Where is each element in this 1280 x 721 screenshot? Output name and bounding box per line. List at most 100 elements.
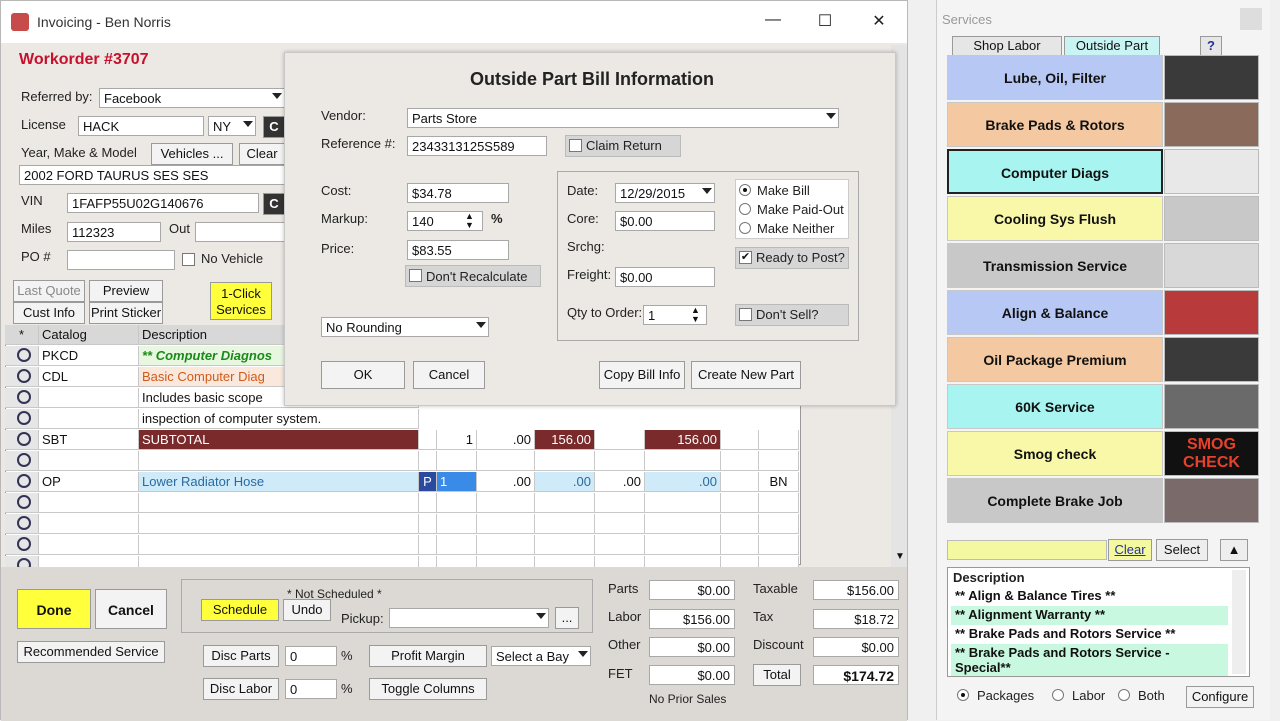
grid-cell-c3[interactable] <box>595 493 645 513</box>
dialog-cancel-button[interactable]: Cancel <box>413 361 485 389</box>
ready-to-post-checkbox[interactable]: ✔ <box>739 251 752 264</box>
grid-cell-desc[interactable]: inspection of computer system. <box>139 409 419 429</box>
last-quote-button[interactable]: Last Quote <box>13 280 85 302</box>
grid-cell-qty[interactable] <box>437 535 477 555</box>
collapse-up-icon[interactable]: ▲ <box>1220 539 1248 561</box>
service-button-2[interactable]: Computer Diags <box>947 149 1163 194</box>
grid-cell-c2[interactable]: 156.00 <box>535 430 595 450</box>
configure-button[interactable]: Configure <box>1186 686 1254 708</box>
grid-cell-flag[interactable]: P <box>419 472 437 492</box>
service-button-4[interactable]: Transmission Service <box>947 243 1163 288</box>
row-lookup-button[interactable] <box>5 451 39 471</box>
services-close-button[interactable] <box>1240 8 1262 30</box>
service-button-6[interactable]: Oil Package Premium <box>947 337 1163 382</box>
select-bay-dropdown[interactable]: Select a Bay <box>491 646 591 666</box>
vendor-select[interactable]: Parts Store <box>407 108 839 128</box>
grid-cell-c1[interactable]: .00 <box>477 472 535 492</box>
grid-cell-desc[interactable]: SUBTOTAL <box>139 430 419 450</box>
disc-labor-button[interactable]: Disc Labor <box>203 678 279 700</box>
cancel-button[interactable]: Cancel <box>95 589 167 629</box>
service-button-8[interactable]: Smog check <box>947 431 1163 476</box>
miles-out-field[interactable] <box>195 222 285 242</box>
grid-cell-catalog[interactable] <box>39 514 139 534</box>
grid-cell-c2[interactable] <box>535 493 595 513</box>
grid-cell-qty[interactable] <box>437 451 477 471</box>
copy-bill-info-button[interactable]: Copy Bill Info <box>599 361 685 389</box>
service-button-9[interactable]: Complete Brake Job <box>947 478 1163 523</box>
disc-parts-field[interactable]: 0 <box>285 646 337 666</box>
row-lookup-button[interactable] <box>5 430 39 450</box>
cust-info-button[interactable]: Cust Info <box>13 302 85 324</box>
miles-field[interactable]: 112323 <box>67 222 161 242</box>
tab-shop-labor[interactable]: Shop Labor <box>952 36 1062 56</box>
freight-field[interactable]: $0.00 <box>615 267 715 287</box>
vehicle-field[interactable]: 2002 FORD TAURUS SES SES <box>19 165 285 185</box>
grid-cell-c4[interactable] <box>645 514 721 534</box>
list-item[interactable]: ** Brake Pads and Rotors Service - Speci… <box>951 644 1228 676</box>
row-lookup-button[interactable] <box>5 514 39 534</box>
grid-cell-c2[interactable]: .00 <box>535 472 595 492</box>
close-button[interactable]: ✕ <box>867 11 891 31</box>
grid-cell-c1[interactable] <box>477 535 535 555</box>
grid-cell-c5[interactable] <box>721 535 759 555</box>
price-field[interactable]: $83.55 <box>407 240 509 260</box>
grid-cell-c5[interactable] <box>721 514 759 534</box>
grid-cell-c5[interactable] <box>721 493 759 513</box>
print-sticker-button[interactable]: Print Sticker <box>89 302 163 324</box>
row-lookup-button[interactable] <box>5 535 39 555</box>
scroll-down-icon[interactable]: ▼ <box>895 551 905 562</box>
make-bill-radio[interactable] <box>739 184 751 196</box>
service-button-7[interactable]: 60K Service <box>947 384 1163 429</box>
packages-radio[interactable] <box>957 689 969 701</box>
markup-spinner-icon[interactable]: ▲ ▼ <box>465 212 474 230</box>
grid-cell-qty[interactable]: 1 <box>437 430 477 450</box>
vin-field[interactable]: 1FAFP55U02G140676 <box>67 193 259 213</box>
services-select-button[interactable]: Select <box>1156 539 1208 561</box>
grid-cell-c4[interactable]: .00 <box>645 472 721 492</box>
grid-cell-c4[interactable]: 156.00 <box>645 430 721 450</box>
grid-cell-tech[interactable] <box>759 514 799 534</box>
grid-cell-tech[interactable]: BN <box>759 472 799 492</box>
vin-c-button[interactable]: C <box>263 193 285 215</box>
grid-cell-catalog[interactable]: OP <box>39 472 139 492</box>
grid-cell-c4[interactable] <box>645 493 721 513</box>
both-radio[interactable] <box>1118 689 1130 701</box>
desc-scrollbar[interactable] <box>1232 570 1246 674</box>
tab-outside-part[interactable]: Outside Part <box>1064 36 1160 56</box>
no-vehicle-checkbox[interactable] <box>182 253 195 266</box>
grid-cell-c4[interactable] <box>645 535 721 555</box>
pickup-more-button[interactable]: ... <box>555 607 579 629</box>
date-field[interactable]: 12/29/2015 <box>615 183 715 203</box>
service-button-1[interactable]: Brake Pads & Rotors <box>947 102 1163 147</box>
dont-recalc-checkbox[interactable] <box>409 269 422 282</box>
grid-cell-catalog[interactable] <box>39 493 139 513</box>
grid-cell-tech[interactable] <box>759 451 799 471</box>
license-c-button[interactable]: C <box>263 116 285 138</box>
grid-cell-c3[interactable] <box>595 451 645 471</box>
grid-cell-c4[interactable] <box>645 451 721 471</box>
qty-spinner-icon[interactable]: ▲ ▼ <box>691 306 700 324</box>
disc-parts-button[interactable]: Disc Parts <box>203 645 279 667</box>
grid-cell-desc[interactable] <box>139 535 419 555</box>
profit-margin-button[interactable]: Profit Margin <box>369 645 487 667</box>
grid-cell-qty[interactable] <box>437 514 477 534</box>
row-lookup-button[interactable] <box>5 346 39 366</box>
grid-cell-c2[interactable] <box>535 514 595 534</box>
grid-cell-c1[interactable] <box>477 514 535 534</box>
grid-cell-flag[interactable] <box>419 535 437 555</box>
grid-cell-catalog[interactable]: PKCD <box>39 346 139 366</box>
pickup-select[interactable] <box>389 608 549 628</box>
list-item[interactable]: ** Alignment Warranty ** <box>951 606 1228 625</box>
minimize-button[interactable]: — <box>761 11 785 29</box>
claim-return-checkbox[interactable] <box>569 139 582 152</box>
dont-sell-checkbox[interactable] <box>739 308 752 321</box>
done-button[interactable]: Done <box>17 589 91 629</box>
help-icon[interactable]: ? <box>1200 36 1222 56</box>
ok-button[interactable]: OK <box>321 361 405 389</box>
grid-cell-tech[interactable] <box>759 493 799 513</box>
preview-button[interactable]: Preview <box>89 280 163 302</box>
grid-cell-desc[interactable] <box>139 451 419 471</box>
undo-button[interactable]: Undo <box>283 599 331 621</box>
recommended-service-button[interactable]: Recommended Service <box>17 641 165 663</box>
grid-cell-desc[interactable] <box>139 514 419 534</box>
